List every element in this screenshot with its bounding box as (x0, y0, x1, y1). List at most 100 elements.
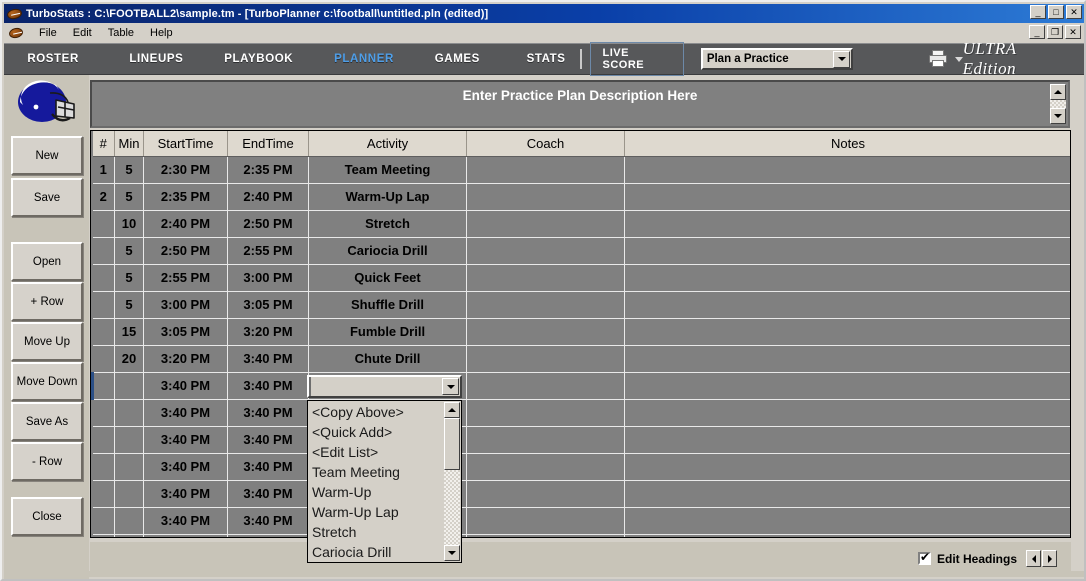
cell-min[interactable] (114, 453, 144, 481)
move-up-button[interactable]: Move Up (11, 322, 83, 361)
cell-num[interactable] (92, 507, 115, 535)
cell-notes[interactable] (624, 399, 1070, 427)
save-button[interactable]: Save (11, 178, 83, 217)
column-header-activity[interactable]: Activity (308, 131, 467, 157)
cell-end-time[interactable]: 3:00 PM (227, 264, 309, 292)
cell-min[interactable]: 5 (114, 237, 144, 265)
cell-notes[interactable] (624, 210, 1070, 238)
cell-notes[interactable] (624, 426, 1070, 454)
cell-start-time[interactable]: 3:40 PM (143, 507, 228, 535)
cell-coach[interactable] (466, 156, 625, 184)
cell-num[interactable] (91, 372, 115, 400)
cell-end-time[interactable]: 2:40 PM (227, 183, 309, 211)
dropdown-option[interactable]: Warm-Up Lap (309, 502, 444, 522)
cell-num[interactable]: 2 (92, 183, 115, 211)
cell-notes[interactable] (624, 156, 1070, 184)
cell-coach[interactable] (466, 318, 625, 346)
tab-lineups[interactable]: LINEUPS (123, 49, 189, 69)
tab-roster[interactable]: ROSTER (21, 49, 85, 69)
column-header-start[interactable]: StartTime (143, 131, 228, 157)
table-row[interactable]: 5 2:55 PM 3:00 PM Quick Feet (92, 264, 1070, 292)
cell-num[interactable] (92, 345, 115, 373)
cell-min[interactable] (114, 534, 144, 537)
dropdown-option[interactable]: Stretch (309, 522, 444, 542)
practice-plan-description[interactable]: Enter Practice Plan Description Here (90, 80, 1070, 128)
menu-item-table[interactable]: Table (100, 25, 142, 41)
column-header-notes[interactable]: Notes (624, 131, 1070, 157)
cell-end-time[interactable]: 3:40 PM (227, 534, 309, 537)
scrollbar-track[interactable] (1050, 100, 1066, 108)
activity-dropdown-list[interactable]: <Copy Above> <Quick Add> <Edit List> Team M… (307, 400, 462, 563)
print-options-caret-icon[interactable] (954, 56, 963, 62)
cell-min[interactable]: 20 (114, 345, 144, 373)
cell-coach[interactable] (466, 345, 625, 373)
cell-notes[interactable] (624, 480, 1070, 508)
cell-num[interactable] (92, 399, 115, 427)
cell-min[interactable]: 5 (114, 156, 144, 184)
cell-notes[interactable] (624, 453, 1070, 481)
cell-end-time[interactable]: 3:05 PM (227, 291, 309, 319)
table-row[interactable]: 5 2:50 PM 2:55 PM Cariocia Drill (92, 237, 1070, 265)
cell-notes[interactable] (624, 534, 1070, 537)
dropdown-option[interactable]: Warm-Up (309, 482, 444, 502)
cell-start-time[interactable]: 3:20 PM (143, 345, 228, 373)
cell-num[interactable] (92, 426, 115, 454)
cell-min[interactable]: 15 (114, 318, 144, 346)
cell-min[interactable]: 5 (114, 264, 144, 292)
cell-end-time[interactable]: 3:40 PM (227, 372, 309, 400)
cell-coach[interactable] (466, 237, 625, 265)
table-row[interactable]: 2 5 2:35 PM 2:40 PM Warm-Up Lap (92, 183, 1070, 211)
menu-item-edit[interactable]: Edit (65, 25, 100, 41)
dropdown-scrollbar[interactable] (444, 402, 460, 561)
remove-row-button[interactable]: - Row (11, 442, 83, 481)
cell-notes[interactable] (624, 264, 1070, 292)
table-row[interactable]: 5 3:00 PM 3:05 PM Shuffle Drill (92, 291, 1070, 319)
table-row[interactable]: 3:40 PM3:40 PM (91, 372, 1070, 400)
maximize-button[interactable]: □ (1048, 5, 1064, 19)
edit-headings-checkbox[interactable] (917, 550, 931, 565)
cell-num[interactable] (92, 453, 115, 481)
cell-notes[interactable] (624, 318, 1070, 346)
cell-activity[interactable]: Shuffle Drill (308, 291, 467, 319)
column-header-coach[interactable]: Coach (466, 131, 625, 157)
description-scrollbar[interactable] (1050, 84, 1066, 124)
tab-planner[interactable]: PLANNER (328, 49, 400, 69)
add-row-button[interactable]: + Row (11, 282, 83, 321)
tab-playbook[interactable]: PLAYBOOK (218, 49, 299, 69)
table-row[interactable]: 3:40 PM3:40 PM (92, 399, 1070, 427)
spin-left-icon[interactable] (1026, 550, 1041, 567)
cell-end-time[interactable]: 3:20 PM (227, 318, 309, 346)
menu-item-help[interactable]: Help (142, 25, 181, 41)
cell-num[interactable] (92, 237, 115, 265)
table-row[interactable]: 3:40 PM3:40 PM (92, 534, 1070, 537)
cell-coach[interactable] (466, 291, 625, 319)
cell-min[interactable] (114, 426, 144, 454)
table-row[interactable]: 3:40 PM3:40 PM (92, 507, 1070, 535)
cell-start-time[interactable]: 3:40 PM (143, 480, 228, 508)
cell-start-time[interactable]: 3:00 PM (143, 291, 228, 319)
chevron-down-icon[interactable] (833, 50, 851, 68)
dropdown-option[interactable]: Cariocia Drill (309, 542, 444, 562)
cell-activity[interactable]: Team Meeting (308, 156, 467, 184)
dropdown-option[interactable]: <Copy Above> (309, 402, 444, 422)
column-header-end[interactable]: EndTime (227, 131, 309, 157)
cell-coach[interactable] (466, 183, 625, 211)
cell-end-time[interactable]: 3:40 PM (227, 345, 309, 373)
cell-num[interactable] (92, 210, 115, 238)
dropdown-scroll-up-icon[interactable] (444, 402, 460, 418)
spin-right-icon[interactable] (1042, 550, 1057, 567)
cell-coach[interactable] (466, 426, 625, 454)
cell-num[interactable] (92, 291, 115, 319)
cell-start-time[interactable]: 2:50 PM (143, 237, 228, 265)
cell-activity[interactable]: Warm-Up Lap (308, 183, 467, 211)
cell-start-time[interactable]: 3:05 PM (143, 318, 228, 346)
cell-num[interactable] (92, 318, 115, 346)
cell-notes[interactable] (624, 291, 1070, 319)
cell-coach[interactable] (466, 210, 625, 238)
cell-coach[interactable] (466, 534, 625, 537)
table-row[interactable]: 10 2:40 PM 2:50 PM Stretch (92, 210, 1070, 238)
scroll-up-icon[interactable] (1050, 84, 1066, 100)
cell-min[interactable] (114, 399, 144, 427)
menu-item-file[interactable]: File (31, 25, 65, 41)
cell-coach[interactable] (466, 507, 625, 535)
